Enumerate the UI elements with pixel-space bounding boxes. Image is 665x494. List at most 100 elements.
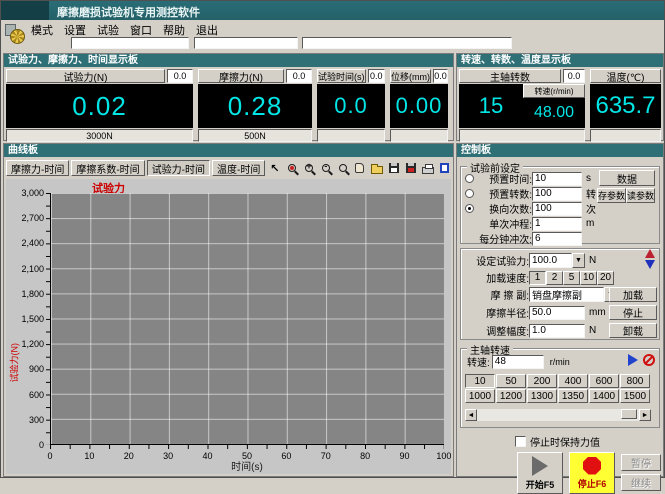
zoom-out-icon[interactable]: [318, 161, 333, 176]
set-force-label: 设定试验力:: [465, 253, 529, 268]
clear-plot-icon[interactable]: [437, 161, 452, 176]
set-force-combo[interactable]: 100.0 ▼: [529, 253, 585, 268]
force-stop-button[interactable]: 停止: [609, 305, 657, 320]
reversal-count-input[interactable]: [532, 202, 582, 216]
status-field-2[interactable]: [194, 37, 298, 49]
scroll-left-icon[interactable]: ◄: [465, 409, 477, 421]
spindle-stop-icon[interactable]: [643, 354, 655, 366]
rate-2-button[interactable]: 2: [546, 271, 563, 285]
menu-test[interactable]: 试验: [97, 22, 119, 38]
resume-button[interactable]: 继续: [621, 474, 661, 491]
speed-1400-button[interactable]: 1400: [589, 389, 619, 403]
spindle-setpoint-input[interactable]: [492, 355, 544, 369]
window-title: 摩擦磨损试验机专用测控软件: [57, 4, 200, 20]
tab-test-force-time[interactable]: 试验力-时间: [147, 160, 210, 176]
rate-1-button[interactable]: 1: [529, 271, 546, 285]
preset-rev-input[interactable]: [532, 187, 582, 201]
spindle-start-icon[interactable]: [628, 354, 638, 366]
menu-settings[interactable]: 设置: [64, 22, 86, 38]
rate-5-button[interactable]: 5: [563, 271, 580, 285]
app-window: { "colors": { "titlebar": "#246068", "pa…: [0, 0, 665, 478]
zoom-in-icon[interactable]: [301, 161, 316, 176]
y-tick: 2,400: [21, 238, 44, 248]
cursor-icon[interactable]: ↖: [267, 161, 282, 176]
speed-1300-button[interactable]: 1300: [527, 389, 557, 403]
speed-1500-button[interactable]: 1500: [620, 389, 650, 403]
speed-1000-button[interactable]: 1000: [465, 389, 495, 403]
zoom-window-icon[interactable]: [335, 161, 350, 176]
save-params-button[interactable]: 存参数: [597, 188, 626, 203]
force-setting-group: 设定试验力: 100.0 ▼ N 加载速度: 1 2 5 10 20 摩 擦 副…: [460, 248, 660, 340]
test-time-display: 0.0: [317, 84, 385, 128]
speed-1350-button[interactable]: 1350: [558, 389, 588, 403]
speed-800-button[interactable]: 800: [620, 374, 650, 388]
y-tick: 600: [29, 390, 44, 400]
print-icon[interactable]: [420, 161, 435, 176]
preset-time-input[interactable]: [532, 172, 582, 186]
pan-hand-icon[interactable]: [352, 161, 367, 176]
export-image-icon[interactable]: [403, 161, 418, 176]
strokes-per-min-label: 每分钟冲次:: [465, 231, 532, 246]
force-down-icon[interactable]: [645, 260, 655, 269]
friction-radius-input[interactable]: [529, 306, 585, 320]
status-field-3[interactable]: [302, 37, 512, 49]
data-button[interactable]: 数据: [599, 170, 655, 186]
preset-rev-radio[interactable]: [465, 189, 474, 198]
spindle-rev-section: 主轴转数 0.0 15 转速(r/min) 48.00: [459, 69, 585, 142]
stop-button[interactable]: 停止F6: [569, 452, 615, 494]
speed-scrollbar[interactable]: ◄ ►: [465, 409, 651, 421]
tab-friction-coeff-time[interactable]: 摩擦系数-时间: [71, 160, 144, 176]
speed-600-button[interactable]: 600: [589, 374, 619, 388]
rate-10-button[interactable]: 10: [580, 271, 597, 285]
hold-force-label: 停止时保持力值: [530, 434, 600, 449]
open-file-icon[interactable]: [369, 161, 384, 176]
chart-plot-area[interactable]: [50, 193, 444, 445]
displacement-label: 位移(mm): [390, 69, 431, 83]
menu-exit[interactable]: 退出: [196, 22, 218, 38]
speed-50-button[interactable]: 50: [496, 374, 526, 388]
speed-10-button[interactable]: 10: [465, 374, 495, 388]
scrollbar-track[interactable]: [477, 409, 639, 421]
y-axis-tick-labels: 0 300 600 900 1,200 1,500 1,800 2,100 2,…: [6, 188, 44, 450]
adjust-range-input[interactable]: [529, 324, 585, 338]
menu-mode[interactable]: 模式: [31, 22, 53, 38]
force-up-icon[interactable]: [645, 249, 655, 258]
load-button[interactable]: 加载: [609, 287, 657, 302]
tab-temperature-time[interactable]: 温度-时间: [212, 160, 265, 176]
save-icon[interactable]: [386, 161, 401, 176]
friction-force-aux-value: 0.0: [286, 69, 312, 83]
chevron-down-icon[interactable]: ▼: [572, 253, 585, 268]
scroll-right-icon[interactable]: ►: [639, 409, 651, 421]
pause-button[interactable]: 暂停: [621, 454, 661, 471]
scrollbar-thumb[interactable]: [621, 409, 637, 419]
friction-radius-unit: mm: [589, 307, 606, 318]
stroke-label: 单次冲程:: [465, 216, 532, 231]
test-force-aux-value: 0.0: [167, 69, 193, 83]
rate-20-button[interactable]: 20: [597, 271, 614, 285]
zoom-selection-icon[interactable]: [284, 161, 299, 176]
read-params-button[interactable]: 读参数: [626, 188, 655, 203]
unload-button[interactable]: 卸载: [609, 323, 657, 338]
tab-friction-force-time[interactable]: 摩擦力-时间: [6, 160, 69, 176]
start-button[interactable]: 开始F5: [517, 452, 563, 494]
spindle-speed-label: 转速(r/min): [523, 84, 585, 98]
chart-toolbar: ↖: [267, 161, 452, 176]
strokes-per-min-input[interactable]: [532, 232, 582, 246]
test-force-range: 3000N: [6, 129, 193, 142]
hold-force-checkbox[interactable]: [515, 436, 526, 447]
stroke-input[interactable]: [532, 217, 582, 231]
x-axis-tickmarks: [50, 445, 444, 449]
spindle-setpoint-label: 转速:: [467, 354, 490, 369]
reversal-count-radio[interactable]: [465, 204, 474, 213]
speed-200-button[interactable]: 200: [527, 374, 557, 388]
speed-1200-button[interactable]: 1200: [496, 389, 526, 403]
preset-time-radio[interactable]: [465, 174, 474, 183]
set-force-unit: N: [589, 255, 596, 266]
menu-window[interactable]: 窗口: [130, 22, 152, 38]
speed-400-button[interactable]: 400: [558, 374, 588, 388]
menu-help[interactable]: 帮助: [163, 22, 185, 38]
status-field-1[interactable]: [71, 37, 189, 49]
friction-pair-dropdown[interactable]: 销盘摩擦副 ▼: [529, 287, 617, 302]
y-tick: 1,500: [21, 314, 44, 324]
y-tick: 0: [39, 440, 44, 450]
